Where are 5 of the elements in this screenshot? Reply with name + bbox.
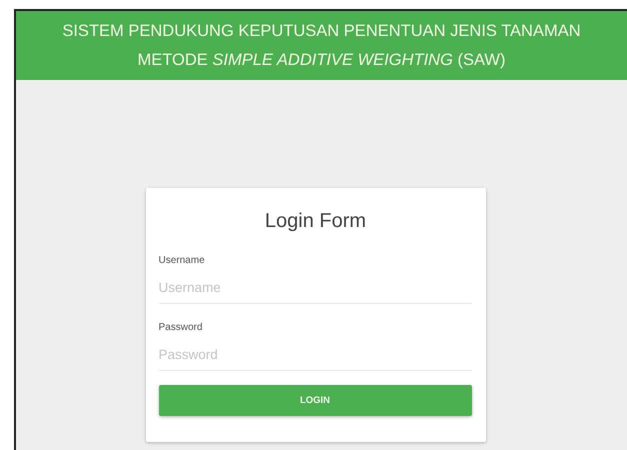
login-button[interactable]: LOGIN: [158, 385, 472, 416]
form-title: Login Form: [264, 210, 366, 233]
page-title: SISTEM PENDUKUNG KEPUTUSAN PENENTUAN JENIS TANAMAN METODE SIMPLE ADDITIVE WEIGHTING (SAW): [61, 20, 582, 70]
field-label: Username: [158, 255, 205, 266]
field-label: Password: [158, 322, 202, 333]
